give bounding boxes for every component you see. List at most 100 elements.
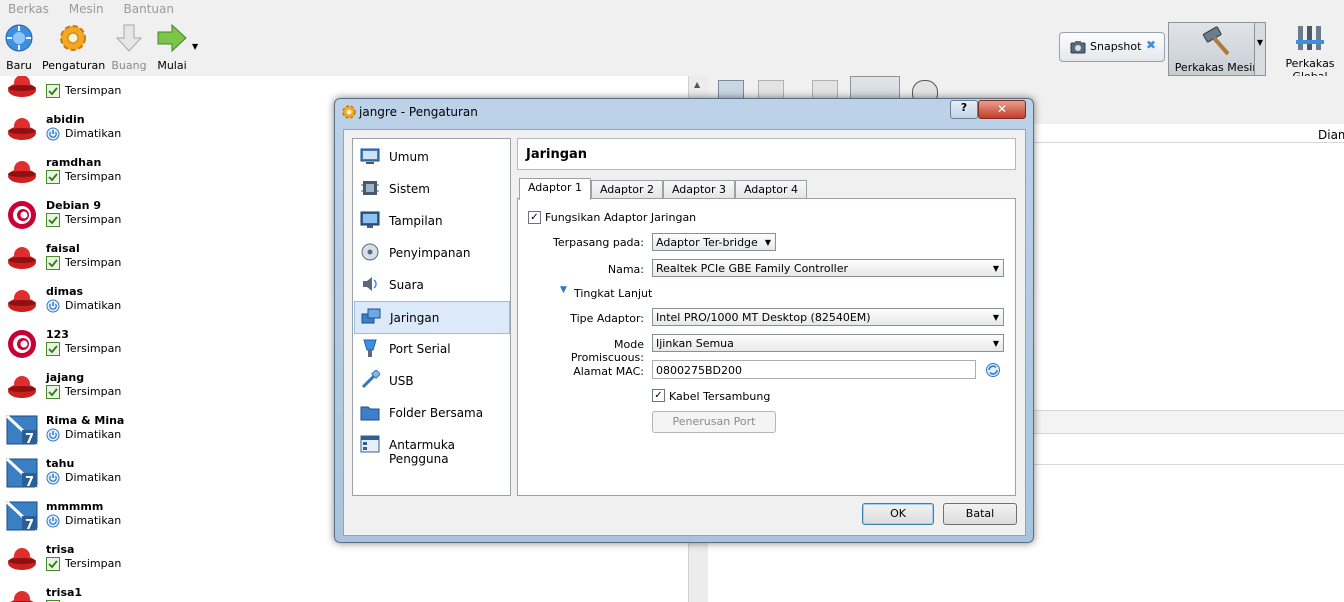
svg-text:7: 7 [25, 432, 34, 446]
dialog-body: Umum Sistem Tampilan Penyimpanan Suara Jaring… [343, 129, 1026, 536]
nav-item-penyimpanan[interactable]: Penyimpanan [354, 237, 510, 268]
settings-button[interactable]: Pengaturan [42, 22, 106, 72]
nav-item-suara[interactable]: Suara [354, 269, 510, 300]
vm-list-item[interactable]: jajang Tersimpan [0, 367, 330, 410]
name-label: Nama: [607, 263, 644, 276]
snapshot-button[interactable]: Snapshot ✖ [1059, 32, 1165, 62]
vm-list-item[interactable]: dimas Dimatikan [0, 281, 330, 324]
tab-adaptor-2[interactable]: Adaptor 2 [591, 180, 663, 199]
close-button[interactable]: ✕ [978, 100, 1026, 119]
start-button[interactable]: Mulai [152, 22, 192, 72]
tab-adaptor-1[interactable]: Adaptor 1 [519, 178, 591, 200]
nav-item-label: USB [389, 374, 414, 388]
network-icon [361, 308, 381, 324]
windows7-os-icon: 7 [6, 414, 38, 446]
cancel-button[interactable]: Batal [943, 503, 1017, 525]
attached-to-select[interactable]: Adaptor Ter-bridge ▼ [652, 233, 776, 251]
machine-tools-button[interactable]: Perkakas Mesin [1168, 22, 1266, 76]
nav-item-folder-bersama[interactable]: Folder Bersama [354, 397, 510, 428]
vm-list-item[interactable]: 7 mmmmm Dimatikan [0, 496, 330, 539]
hammer-icon [1202, 26, 1230, 56]
help-button[interactable]: ? [950, 100, 978, 119]
adapter-panel: ✓ Fungsikan Adaptor Jaringan Terpasang p… [517, 198, 1016, 496]
ok-button[interactable]: OK [862, 503, 934, 525]
vm-list-item[interactable]: Debian 9 Tersimpan [0, 195, 330, 238]
vm-list-item[interactable]: Tersimpan [0, 76, 330, 109]
nav-item-sistem[interactable]: Sistem [354, 173, 510, 204]
arrow-down-icon [115, 24, 143, 52]
nav-item-label: Sistem [389, 182, 430, 196]
cable-connected-checkbox[interactable]: ✓ [652, 389, 665, 402]
port-forwarding-button[interactable]: Penerusan Port [652, 411, 776, 433]
chevron-down-icon: ▼ [992, 339, 999, 348]
menu-bar: Berkas Mesin Bantuan [0, 0, 1344, 20]
tab-adaptor-3[interactable]: Adaptor 3 [663, 180, 735, 199]
advanced-toggle[interactable]: Tingkat Lanjut [574, 287, 652, 300]
attached-to-label: Terpasang pada: [553, 236, 644, 249]
vm-list-item[interactable]: trisa Tersimpan [0, 539, 330, 582]
settings-button-label: Pengaturan [42, 59, 106, 72]
mac-address-field[interactable]: 0800275BD200 [652, 360, 976, 379]
vm-name: Debian 9 [46, 199, 101, 212]
nav-item-usb[interactable]: USB [354, 365, 510, 396]
menu-berkas[interactable]: Berkas [0, 0, 57, 16]
start-dropdown-icon[interactable]: ▼ [192, 42, 198, 51]
adapter-type-select[interactable]: Intel PRO/1000 MT Desktop (82540EM) ▼ [652, 308, 1004, 326]
vm-list-item[interactable]: 7 tahu Dimatikan [0, 453, 330, 496]
nav-item-umum[interactable]: Umum [354, 141, 510, 172]
vm-list-item[interactable]: 123 Tersimpan [0, 324, 330, 367]
camera-icon [1070, 41, 1086, 54]
vm-state: Dimatikan [65, 428, 122, 441]
windows7-os-icon: 7 [6, 500, 38, 532]
scroll-up-icon[interactable]: ▲ [694, 80, 700, 89]
vm-name: ramdhan [46, 156, 102, 169]
discard-button[interactable]: Buang [110, 22, 148, 72]
nav-item-antarmuka-pengguna[interactable]: Antarmuka Pengguna [354, 429, 510, 466]
tab-adaptor-4[interactable]: Adaptor 4 [735, 180, 807, 199]
promiscuous-select[interactable]: Ijinkan Semua ▼ [652, 334, 1004, 352]
redhat-os-icon [6, 543, 38, 575]
nav-item-jaringan[interactable]: Jaringan [354, 301, 510, 334]
refresh-icon[interactable] [985, 362, 1001, 378]
redhat-os-icon [6, 586, 38, 602]
power-off-icon [46, 428, 60, 442]
audio-icon [363, 277, 377, 291]
nav-item-label: Penyimpanan [389, 246, 471, 260]
triangle-down-icon[interactable]: ▼ [560, 285, 567, 295]
vm-list-item[interactable]: 7 Rima & Mina Dimatikan [0, 410, 330, 453]
menu-mesin[interactable]: Mesin [61, 0, 112, 16]
redhat-os-icon [6, 76, 38, 102]
nav-item-label: Antarmuka Pengguna [389, 438, 455, 466]
vm-list-item[interactable]: ramdhan Tersimpan [0, 152, 330, 195]
mac-address-value: 0800275BD200 [656, 364, 743, 377]
enable-adapter-checkbox[interactable]: ✓ [528, 211, 541, 224]
nav-item-port-serial[interactable]: Port Serial [354, 333, 510, 364]
new-button[interactable]: Baru [2, 22, 36, 72]
chevron-down-icon: ▼ [764, 238, 771, 247]
nav-item-label: Port Serial [389, 342, 451, 356]
vm-state: Tersimpan [65, 256, 122, 269]
power-off-icon [46, 127, 60, 141]
vm-name: Rima & Mina [46, 414, 125, 427]
start-button-label: Mulai [157, 59, 187, 72]
vm-state: Dimatikan [65, 127, 122, 140]
vm-list-item[interactable]: faisal Tersimpan [0, 238, 330, 281]
global-tools-button[interactable]: Perkakas Global [1270, 22, 1344, 83]
adapter-type-label: Tipe Adaptor: [570, 312, 644, 325]
machine-tools-dropdown-icon[interactable]: ▼ [1254, 22, 1266, 76]
vm-list-item[interactable]: trisa1Tersimpan [0, 582, 330, 602]
vm-state: Tersimpan [65, 170, 122, 183]
svg-text:7: 7 [25, 518, 34, 532]
menu-bantuan[interactable]: Bantuan [116, 0, 182, 16]
display-icon [360, 211, 380, 228]
adapter-name-select[interactable]: Realtek PCIe GBE Family Controller ▼ [652, 259, 1004, 277]
promiscuous-value: Ijinkan Semua [656, 337, 734, 350]
arrow-right-icon [157, 23, 187, 53]
adapter-type-value: Intel PRO/1000 MT Desktop (82540EM) [656, 311, 871, 324]
redhat-os-icon [6, 156, 38, 188]
new-button-label: Baru [6, 59, 32, 72]
vm-list-item[interactable]: abidin Dimatikan [0, 109, 330, 152]
nav-item-tampilan[interactable]: Tampilan [354, 205, 510, 236]
nav-item-label: Suara [389, 278, 424, 292]
shared-folder-icon [360, 406, 380, 421]
